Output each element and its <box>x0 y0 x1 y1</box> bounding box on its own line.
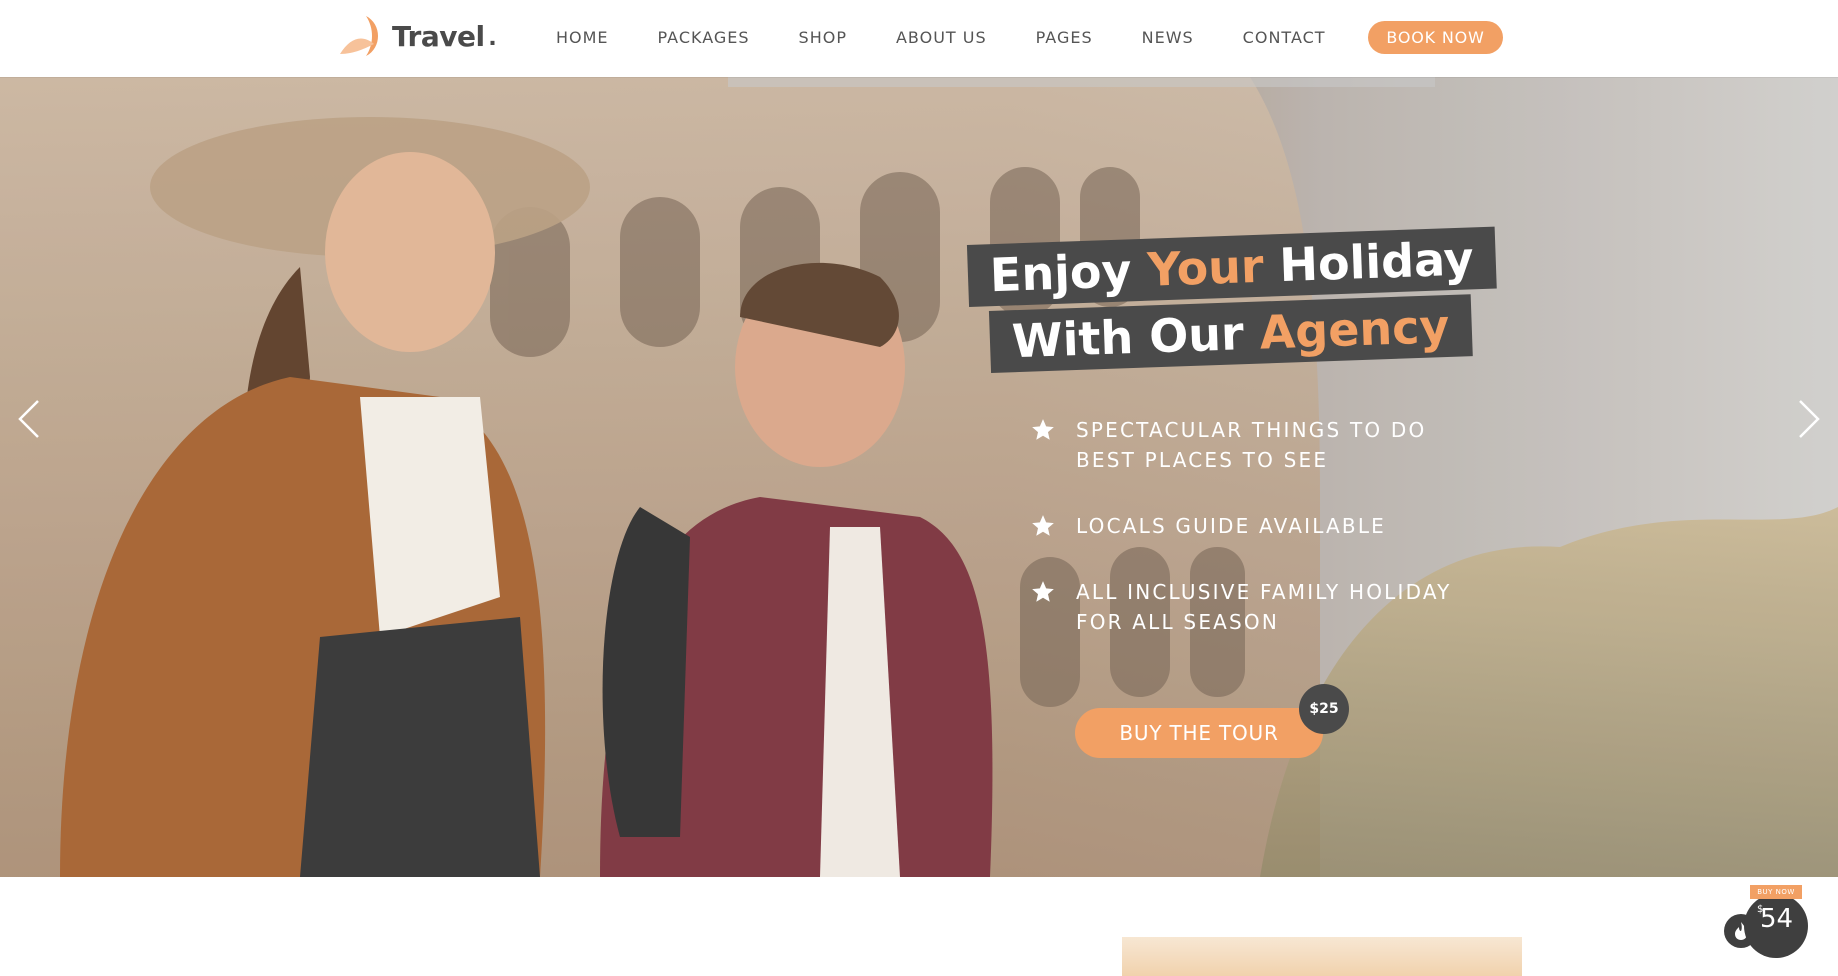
feature-item: ALL INCLUSIVE FAMILY HOLIDAY FOR ALL SEA… <box>1030 577 1452 637</box>
feature-line: BEST PLACES TO SEE <box>1076 448 1329 472</box>
chevron-right-icon[interactable] <box>1794 397 1824 441</box>
site-header: Travel . HOME PACKAGES SHOP ABOUT US PAG… <box>0 0 1838 77</box>
hero-slider: Enjoy Your Holiday With Our Agency SPECT… <box>0 77 1838 877</box>
hero-top-strip <box>728 77 1435 87</box>
nav-pages[interactable]: PAGES <box>1036 28 1093 47</box>
buy-now-price: 54 <box>1760 904 1794 934</box>
star-icon <box>1032 419 1054 440</box>
hero-features: SPECTACULAR THINGS TO DO BEST PLACES TO … <box>1030 415 1452 673</box>
feature-line: FOR ALL SEASON <box>1076 610 1280 634</box>
feature-item: SPECTACULAR THINGS TO DO BEST PLACES TO … <box>1030 415 1452 475</box>
feature-line: SPECTACULAR THINGS TO DO <box>1076 418 1427 442</box>
star-icon <box>1032 515 1054 536</box>
buy-now-label: BUY NOW <box>1750 885 1802 899</box>
logo[interactable]: Travel . <box>336 14 496 58</box>
feature-line: LOCALS GUIDE AVAILABLE <box>1076 514 1387 538</box>
main-nav: HOME PACKAGES SHOP ABOUT US PAGES NEWS C… <box>556 22 1375 52</box>
feature-line: ALL INCLUSIVE FAMILY HOLIDAY <box>1076 580 1452 604</box>
chevron-left-icon[interactable] <box>14 397 44 441</box>
hero-photo <box>0 77 1838 877</box>
nav-home[interactable]: HOME <box>556 28 609 47</box>
logo-icon <box>340 16 378 56</box>
buy-now-widget[interactable]: BUY NOW $ 54 <box>1724 882 1816 958</box>
feature-item: LOCALS GUIDE AVAILABLE <box>1030 511 1452 541</box>
star-icon <box>1032 581 1054 602</box>
logo-text: Travel <box>392 19 485 53</box>
logo-dot: . <box>488 20 497 51</box>
nav-shop[interactable]: SHOP <box>799 28 847 47</box>
nav-packages[interactable]: PACKAGES <box>658 28 750 47</box>
buy-the-tour-button[interactable]: BUY THE TOUR <box>1075 708 1323 758</box>
nav-about-us[interactable]: ABOUT US <box>896 28 987 47</box>
nav-contact[interactable]: CONTACT <box>1243 28 1326 47</box>
book-now-button[interactable]: BOOK NOW <box>1368 21 1503 54</box>
price-badge: $25 <box>1299 684 1349 734</box>
section-image <box>1122 937 1522 976</box>
nav-news[interactable]: NEWS <box>1142 28 1194 47</box>
